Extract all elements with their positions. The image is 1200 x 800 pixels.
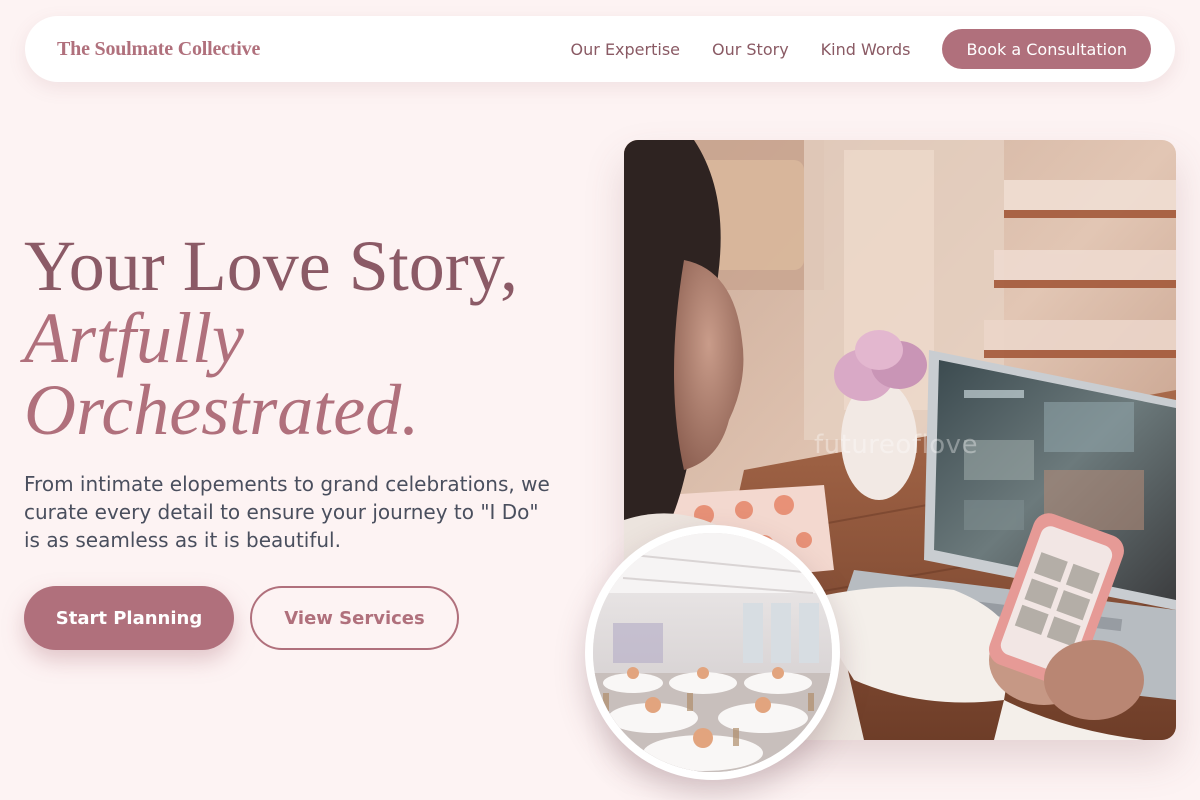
- venue-inset-photo: [585, 525, 840, 780]
- nav-links: Our Expertise Our Story Kind Words Book …: [539, 29, 1151, 69]
- nav-link-our-expertise[interactable]: Our Expertise: [571, 40, 680, 59]
- hero-title-line-1: Your Love Story,: [24, 226, 519, 306]
- start-planning-button[interactable]: Start Planning: [24, 586, 234, 650]
- nav-link-kind-words[interactable]: Kind Words: [821, 40, 911, 59]
- nav-link-our-story[interactable]: Our Story: [712, 40, 789, 59]
- hero-title-line-2: Artfully: [24, 298, 244, 378]
- image-watermark: futureoflove: [814, 430, 978, 460]
- top-navbar: The Soulmate Collective Our Expertise Ou…: [25, 16, 1175, 82]
- book-consultation-button[interactable]: Book a Consultation: [942, 29, 1151, 69]
- hero-description: From intimate elopements to grand celebr…: [24, 472, 550, 552]
- hero-title: Your Love Story, Artfully Orchestrated.: [24, 230, 518, 446]
- view-services-button[interactable]: View Services: [250, 586, 459, 650]
- banquet-hall-illustration: [593, 533, 832, 772]
- hero-title-line-3: Orchestrated.: [24, 370, 420, 450]
- brand-logo[interactable]: The Soulmate Collective: [57, 38, 260, 61]
